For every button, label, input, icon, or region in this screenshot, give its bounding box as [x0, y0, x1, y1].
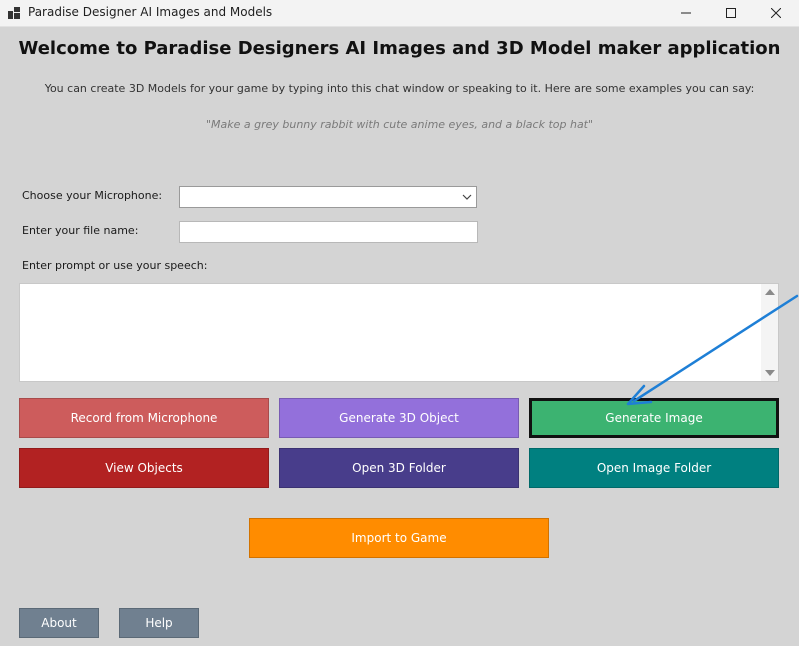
- open-image-folder-label: Open Image Folder: [596, 461, 712, 475]
- title-bar: Paradise Designer AI Images and Models: [0, 0, 799, 27]
- example-text: "Make a grey bunny rabbit with cute anim…: [205, 118, 594, 131]
- help-button[interactable]: Help: [119, 608, 199, 638]
- import-to-game-button[interactable]: Import to Game: [249, 518, 549, 558]
- minimize-button[interactable]: [663, 0, 709, 26]
- prompt-scrollbar[interactable]: [761, 284, 778, 381]
- maximize-icon: [726, 8, 736, 18]
- microphone-label: Choose your Microphone:: [22, 189, 163, 202]
- microphone-select[interactable]: [179, 186, 477, 208]
- view-objects-button[interactable]: View Objects: [19, 448, 269, 488]
- generate-image-button[interactable]: Generate Image: [529, 398, 779, 438]
- generate-3d-object-button[interactable]: Generate 3D Object: [279, 398, 519, 438]
- page-title: Welcome to Paradise Designers AI Images …: [18, 38, 781, 59]
- close-icon: [771, 8, 781, 18]
- open-3d-folder-button[interactable]: Open 3D Folder: [279, 448, 519, 488]
- scroll-down-icon[interactable]: [765, 370, 775, 376]
- window-title: Paradise Designer AI Images and Models: [28, 5, 273, 19]
- chevron-down-icon: [462, 194, 472, 200]
- about-button[interactable]: About: [19, 608, 99, 638]
- about-label: About: [41, 616, 77, 630]
- view-objects-label: View Objects: [105, 461, 183, 475]
- generate-3d-object-label: Generate 3D Object: [339, 411, 459, 425]
- maximize-button[interactable]: [708, 0, 754, 26]
- open-image-folder-button[interactable]: Open Image Folder: [529, 448, 779, 488]
- import-to-game-label: Import to Game: [351, 531, 447, 545]
- scroll-up-icon[interactable]: [765, 289, 775, 295]
- close-button[interactable]: [753, 0, 799, 26]
- app-window-icon: [8, 7, 20, 19]
- help-label: Help: [145, 616, 173, 630]
- open-3d-folder-label: Open 3D Folder: [352, 461, 446, 475]
- generate-image-label: Generate Image: [605, 411, 703, 425]
- filename-input[interactable]: [179, 221, 478, 243]
- prompt-textarea[interactable]: [20, 284, 760, 381]
- record-microphone-label: Record from Microphone: [70, 411, 218, 425]
- intro-text: You can create 3D Models for your game b…: [44, 82, 755, 95]
- prompt-box: [19, 283, 779, 382]
- filename-label: Enter your file name:: [22, 224, 139, 237]
- minimize-icon: [681, 12, 691, 14]
- prompt-label: Enter prompt or use your speech:: [22, 259, 208, 272]
- record-microphone-button[interactable]: Record from Microphone: [19, 398, 269, 438]
